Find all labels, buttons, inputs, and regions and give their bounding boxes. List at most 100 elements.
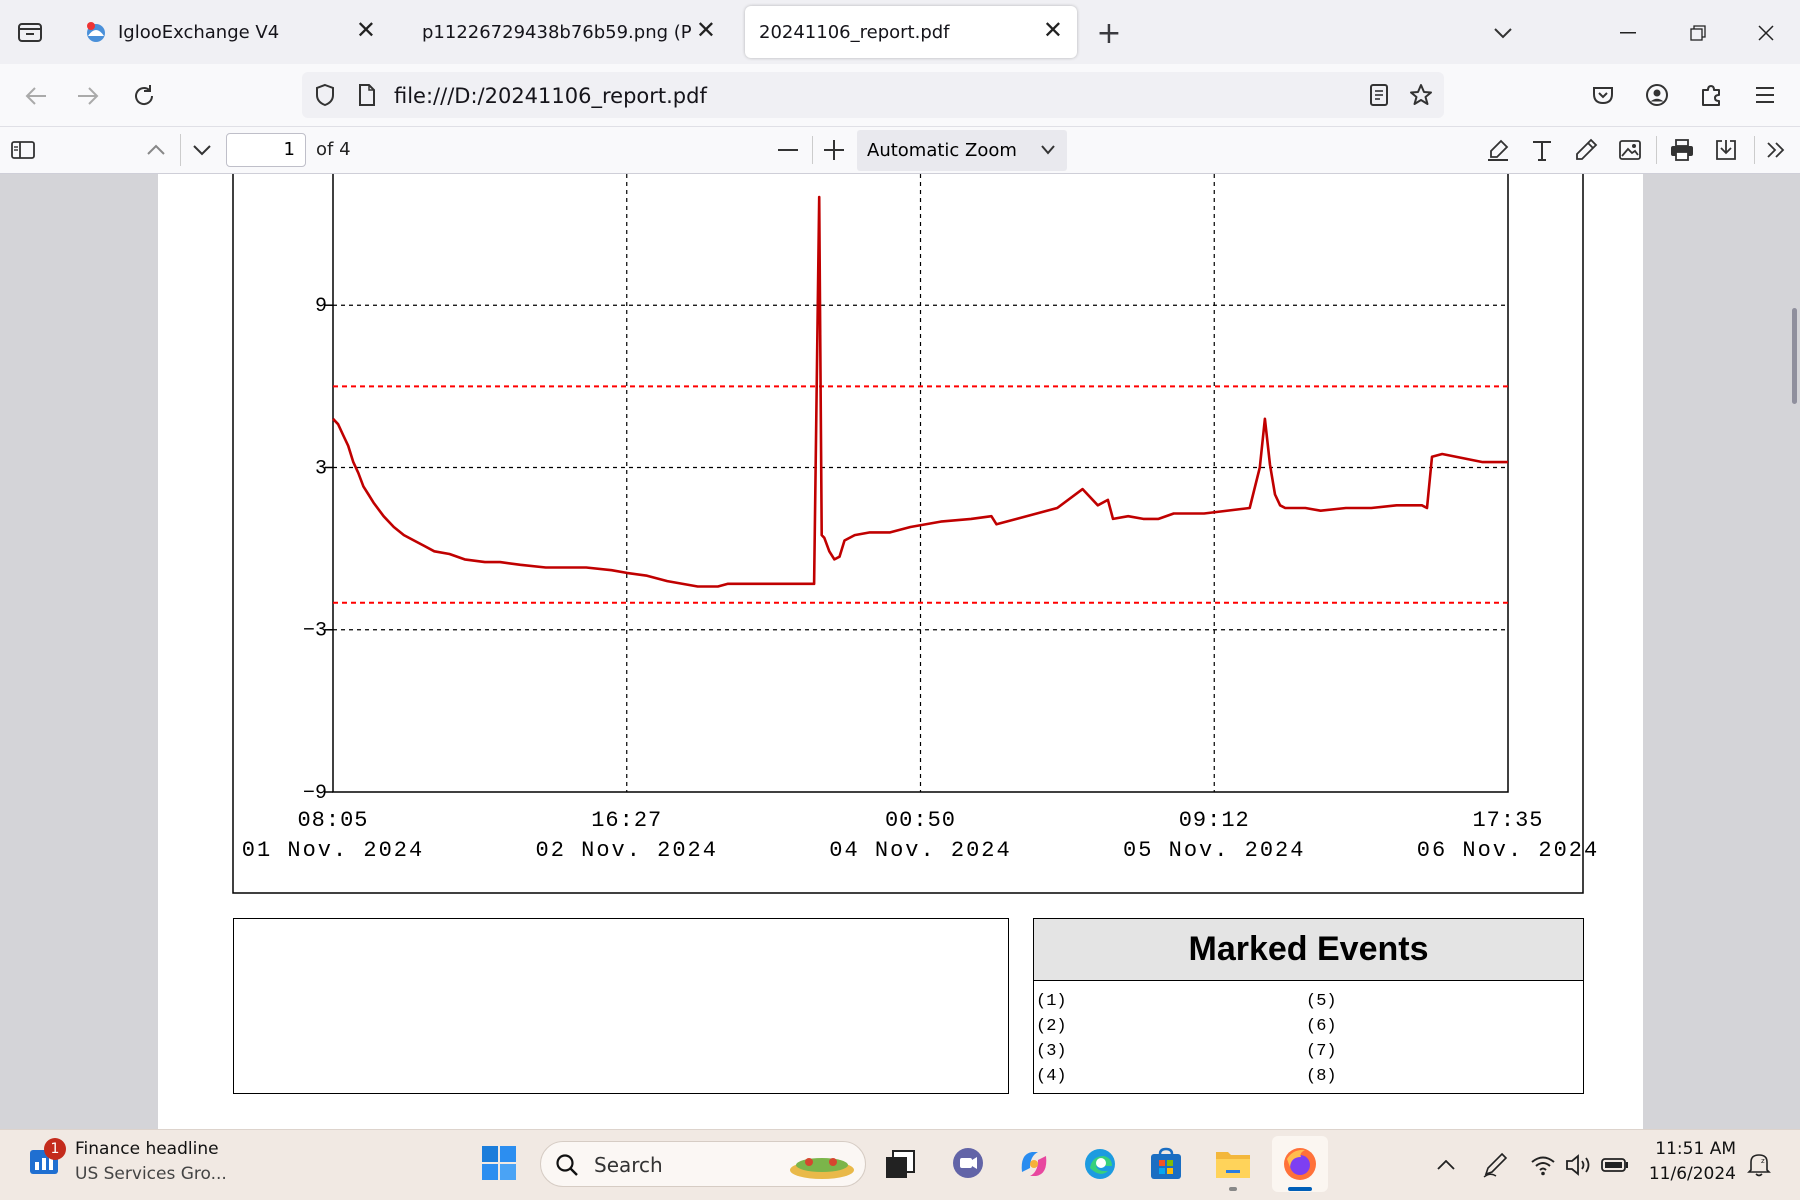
tab-report-pdf[interactable]: 20241106_report.pdf ✕ bbox=[745, 6, 1077, 58]
marked-event-item: (6) bbox=[1306, 1017, 1337, 1036]
widget-subtitle[interactable]: US Services Gro... bbox=[75, 1164, 227, 1184]
battery-icon[interactable] bbox=[1598, 1148, 1632, 1182]
marked-event-item: (8) bbox=[1306, 1067, 1337, 1086]
active-app-indicator bbox=[1288, 1187, 1312, 1191]
volume-speaker-icon[interactable] bbox=[1562, 1148, 1596, 1182]
x-tick-time-label: 09:12 bbox=[1179, 808, 1250, 833]
print-icon[interactable] bbox=[1666, 134, 1698, 166]
chart-frame bbox=[232, 174, 1584, 894]
x-tick-time-label: 17:35 bbox=[1472, 808, 1543, 833]
zoom-in-icon[interactable] bbox=[818, 134, 850, 166]
back-arrow-icon[interactable] bbox=[18, 78, 54, 114]
tab-png-image[interactable]: p11226729438b76b59.png (PNG Im ✕ bbox=[408, 6, 730, 58]
toggle-sidebar-icon[interactable] bbox=[8, 134, 38, 166]
zoom-select[interactable]: Automatic Zoom bbox=[857, 130, 1067, 171]
y-tick-label: −3 bbox=[303, 620, 327, 643]
tools-menu-chevrons-icon[interactable] bbox=[1760, 134, 1792, 166]
widgets-finance-icon[interactable]: 1 bbox=[28, 1138, 66, 1178]
tab-label: 20241106_report.pdf bbox=[759, 21, 950, 43]
zoom-select-value: Automatic Zoom bbox=[867, 140, 1017, 161]
wifi-icon[interactable] bbox=[1526, 1148, 1560, 1182]
x-tick-date-label: 01 Nov. 2024 bbox=[242, 838, 424, 863]
search-icon bbox=[556, 1154, 578, 1176]
page-count-label: of 4 bbox=[316, 139, 351, 160]
tracking-protection-shield-icon[interactable] bbox=[308, 78, 342, 112]
notifications-bell-icon[interactable]: z bbox=[1742, 1148, 1776, 1182]
x-tick-date-label: 04 Nov. 2024 bbox=[829, 838, 1011, 863]
plot-area bbox=[332, 174, 1509, 793]
next-page-chevron-down-icon[interactable] bbox=[186, 134, 218, 166]
widget-notification-badge: 1 bbox=[44, 1138, 66, 1160]
x-tick-time-label: 08:05 bbox=[297, 808, 368, 833]
highlight-tool-icon[interactable] bbox=[1482, 134, 1514, 166]
reload-icon[interactable] bbox=[126, 78, 162, 114]
toolbar-divider bbox=[1754, 136, 1755, 164]
pen-menu-icon[interactable] bbox=[1478, 1148, 1512, 1182]
chart-grid bbox=[333, 174, 1508, 792]
text-tool-icon[interactable] bbox=[1526, 134, 1558, 166]
marked-event-item: (5) bbox=[1306, 992, 1337, 1011]
y-axis-ticks: 9 3 −3 −9 bbox=[303, 295, 333, 805]
marked-events-box: Marked Events (1) (2) (3) (4) (5) (6) (7… bbox=[1033, 918, 1584, 1094]
toolbar-divider bbox=[1656, 136, 1657, 164]
search-highlight-food-icon bbox=[790, 1158, 854, 1179]
page-file-icon[interactable] bbox=[350, 78, 384, 112]
previous-page-chevron-up-icon[interactable] bbox=[140, 134, 172, 166]
windows-start-icon[interactable] bbox=[481, 1145, 519, 1183]
clock-time[interactable]: 11:51 AM bbox=[1640, 1139, 1736, 1159]
minimize-window-icon[interactable] bbox=[1610, 16, 1646, 50]
extensions-puzzle-icon[interactable] bbox=[1694, 78, 1728, 112]
application-menu-icon[interactable] bbox=[1748, 78, 1782, 112]
page-number-input[interactable]: 1 bbox=[226, 133, 306, 167]
widget-headline[interactable]: Finance headline bbox=[75, 1139, 219, 1159]
close-tab-icon[interactable]: ✕ bbox=[1043, 16, 1063, 44]
tab-label: p11226729438b76b59.png (PNG Im bbox=[422, 21, 692, 43]
vertical-scrollbar-thumb[interactable] bbox=[1792, 308, 1797, 404]
x-tick-time-label: 00:50 bbox=[885, 808, 956, 833]
bookmark-star-icon[interactable] bbox=[1404, 78, 1438, 112]
task-view-icon[interactable] bbox=[884, 1148, 916, 1180]
draw-pen-tool-icon[interactable] bbox=[1570, 134, 1602, 166]
notes-box bbox=[233, 918, 1009, 1094]
copilot-icon[interactable] bbox=[1016, 1146, 1052, 1182]
url-text[interactable]: file:///D:/20241106_report.pdf bbox=[394, 82, 707, 110]
running-indicator bbox=[1229, 1187, 1237, 1191]
save-download-icon[interactable] bbox=[1710, 134, 1742, 166]
close-tab-icon[interactable]: ✕ bbox=[356, 16, 376, 44]
zoom-out-icon[interactable] bbox=[772, 134, 804, 166]
igloo-favicon-icon bbox=[87, 22, 105, 42]
toolbar-divider bbox=[180, 134, 181, 166]
search-placeholder: Search bbox=[594, 1153, 663, 1177]
close-tab-icon[interactable]: ✕ bbox=[696, 16, 716, 44]
x-tick-date-label: 02 Nov. 2024 bbox=[536, 838, 718, 863]
plot-frame bbox=[332, 174, 1509, 793]
y-tick-label: 3 bbox=[315, 457, 327, 480]
microsoft-store-icon[interactable] bbox=[1148, 1146, 1184, 1182]
new-tab-icon[interactable]: + bbox=[1090, 14, 1128, 52]
taskbar-search-box[interactable]: Search bbox=[540, 1141, 866, 1187]
list-all-tabs-chevron-down-icon[interactable] bbox=[1486, 16, 1520, 50]
x-tick-time-label: 16:27 bbox=[591, 808, 662, 833]
tab-groups-icon[interactable] bbox=[12, 14, 48, 50]
pocket-icon[interactable] bbox=[1586, 78, 1620, 112]
y-tick-label: −9 bbox=[303, 782, 327, 805]
y-tick-label: 9 bbox=[315, 295, 327, 318]
marked-events-title: Marked Events bbox=[1034, 919, 1583, 981]
teams-chat-icon[interactable] bbox=[950, 1146, 986, 1182]
close-window-icon[interactable] bbox=[1748, 16, 1784, 50]
forward-arrow-icon[interactable] bbox=[70, 78, 106, 114]
restore-window-icon[interactable] bbox=[1680, 16, 1716, 50]
reader-view-icon[interactable] bbox=[1362, 78, 1396, 112]
firefox-icon bbox=[1284, 1148, 1316, 1180]
x-tick-date-label: 06 Nov. 2024 bbox=[1417, 838, 1599, 863]
account-avatar-icon[interactable] bbox=[1640, 78, 1674, 112]
file-explorer-icon[interactable] bbox=[1214, 1146, 1252, 1191]
pdf-page: 9 3 −3 −9 08:05 01 Nov. 2024 16:27 02 Nov. 202… bbox=[158, 174, 1643, 1129]
marked-event-item: (1) bbox=[1036, 992, 1067, 1011]
show-hidden-icons-chevron-up-icon[interactable] bbox=[1430, 1150, 1462, 1180]
tab-iglooexchange[interactable]: IglooExchange V4 ✕ bbox=[70, 6, 390, 58]
firefox-taskbar-button[interactable] bbox=[1272, 1136, 1328, 1192]
edge-browser-icon[interactable] bbox=[1082, 1146, 1118, 1182]
clock-date[interactable]: 11/6/2024 bbox=[1640, 1164, 1736, 1184]
add-image-tool-icon[interactable] bbox=[1614, 134, 1646, 166]
